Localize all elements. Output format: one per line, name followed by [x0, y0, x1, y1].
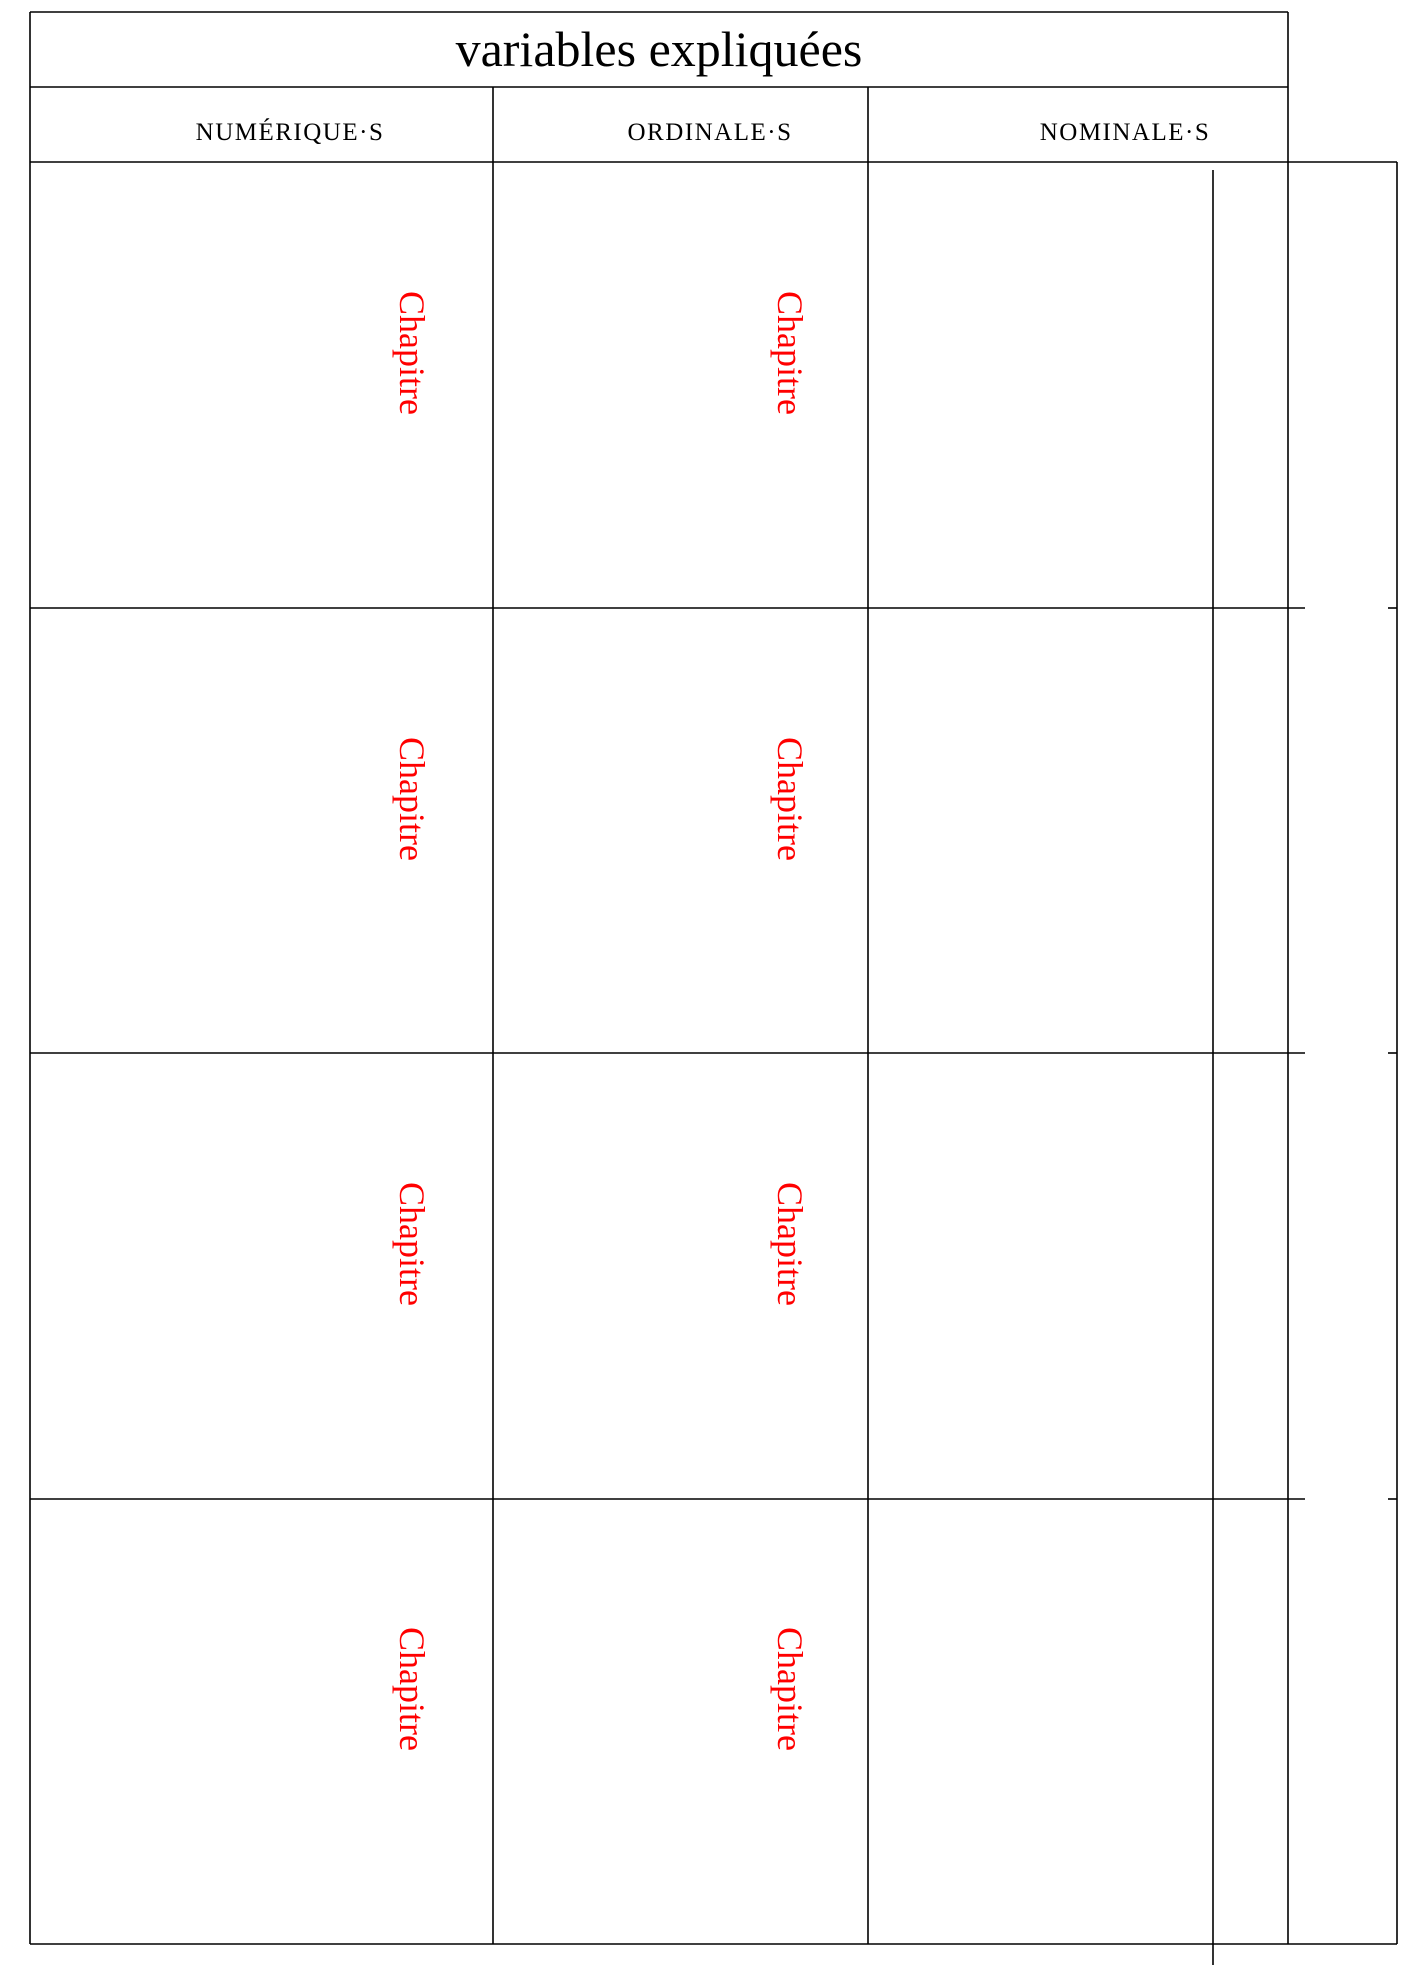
chapter-label: Chapitre	[770, 291, 810, 415]
grid-title: variables expliquées	[456, 21, 863, 77]
chapter-label: Chapitre	[770, 1627, 810, 1751]
chapter-label: Chapitre	[392, 1627, 432, 1751]
column-header: ORDINALE·S	[628, 119, 793, 146]
explained-variables-grid: variables expliquées NUMÉRIQUE·S ORDINALE…	[29, 11, 1398, 1965]
column-header: NOMINALE·S	[1040, 119, 1211, 146]
chapter-label: Chapitre	[770, 737, 810, 861]
chapter-label: Chapitre	[770, 1182, 810, 1306]
chapter-label: Chapitre	[392, 1182, 432, 1306]
grid-lines	[29, 11, 1398, 1965]
grid-cells: Chapitre Chapitre Chapitre Chapitre Chapitre…	[392, 291, 810, 1751]
column-headers: NUMÉRIQUE·S ORDINALE·S NOMINALE·S	[196, 118, 1211, 146]
chapter-label: Chapitre	[392, 737, 432, 861]
column-header: NUMÉRIQUE·S	[196, 118, 385, 146]
chapter-label: Chapitre	[392, 291, 432, 415]
